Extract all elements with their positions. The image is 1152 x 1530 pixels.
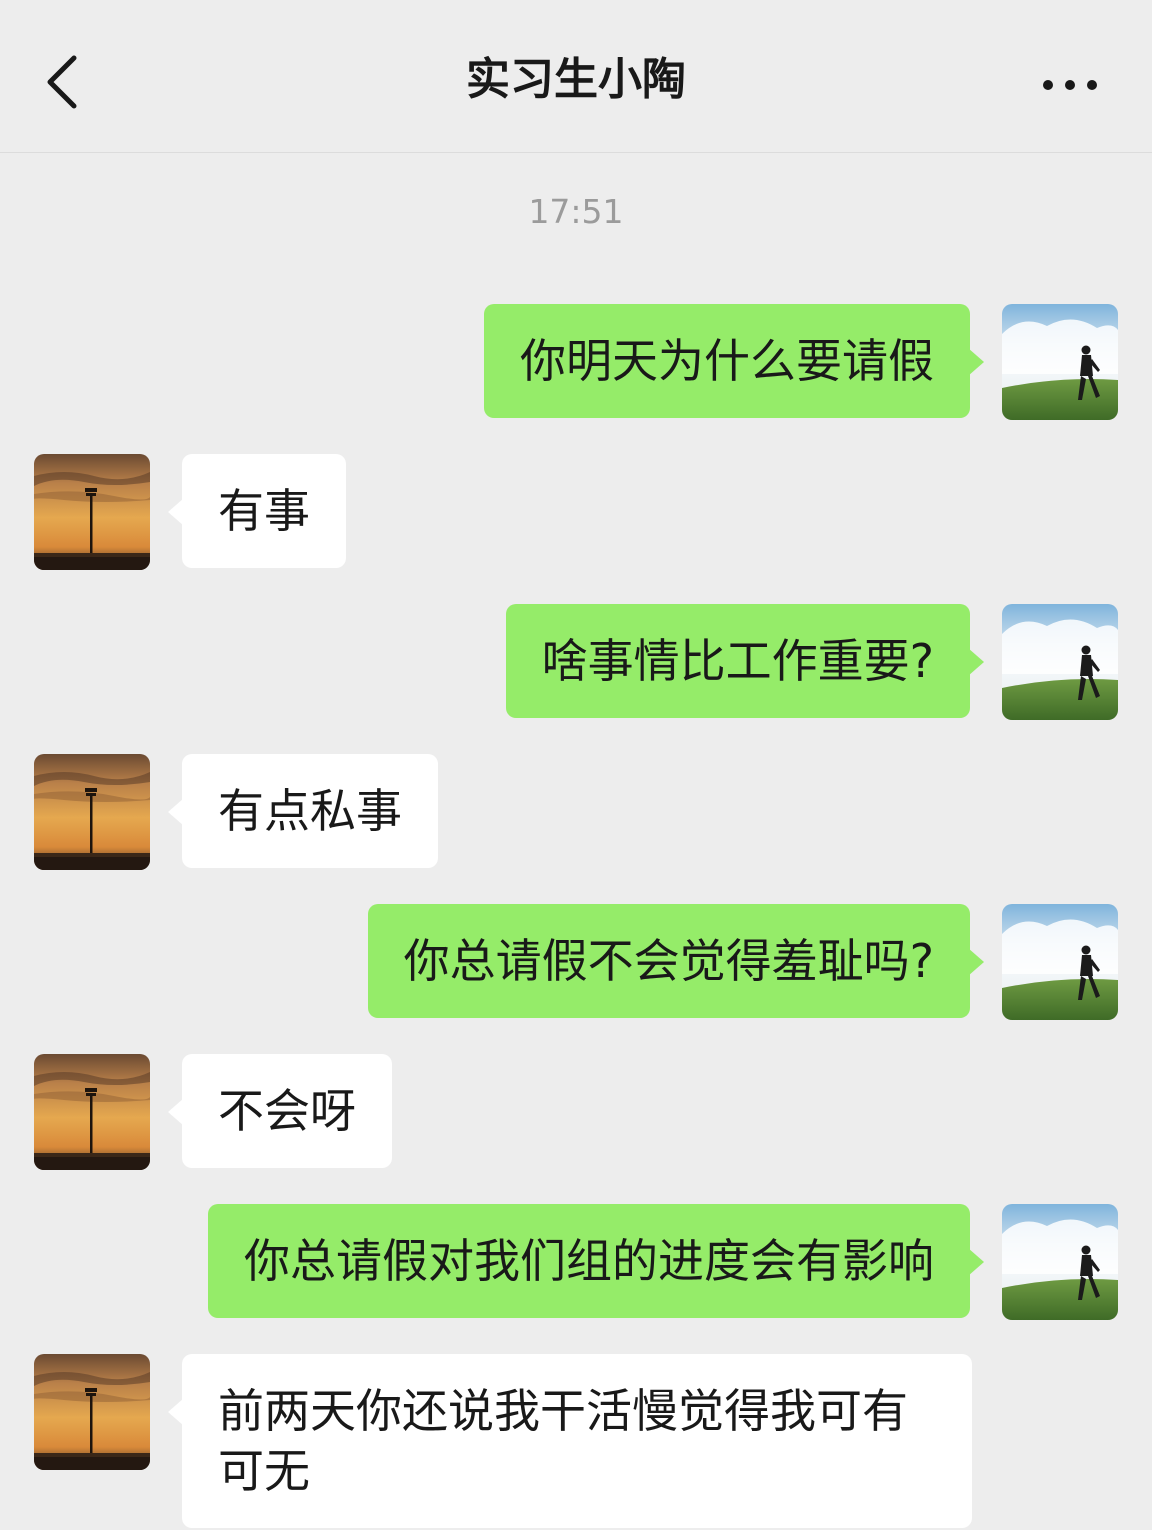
contact-avatar[interactable] (34, 1054, 150, 1170)
incoming-message-bubble[interactable]: 有点私事 (168, 754, 438, 868)
grass-field-avatar-image (1002, 304, 1118, 420)
more-horizontal-icon (1043, 80, 1097, 90)
sunset-light-pole-avatar-image (34, 1054, 150, 1170)
sunset-light-pole-avatar-image (34, 754, 150, 870)
outgoing-message-bubble[interactable]: 你总请假对我们组的进度会有影响 (208, 1204, 984, 1318)
my-avatar[interactable] (1002, 304, 1118, 420)
outgoing-message-bubble[interactable]: 你总请假不会觉得羞耻吗? (367, 904, 985, 1018)
contact-avatar[interactable] (34, 454, 150, 570)
chat-screen: 实习生小陶 17:51 你明天为什么要请假 有事 啥事情比工作重要? 有点私事 … (0, 0, 1152, 1530)
incoming-message-bubble[interactable]: 有事 (168, 454, 346, 568)
sunset-light-pole-avatar-image (34, 454, 150, 570)
chat-title: 实习生小陶 (466, 54, 686, 105)
chat-header: 实习生小陶 (0, 0, 1152, 153)
chevron-left-icon (47, 55, 77, 109)
my-avatar[interactable] (1002, 904, 1118, 1020)
contact-avatar[interactable] (34, 754, 150, 870)
incoming-message-bubble[interactable]: 前两天你还说我干活慢觉得我可有可无 (168, 1354, 972, 1528)
incoming-message-bubble[interactable]: 不会呀 (168, 1054, 392, 1168)
more-button[interactable] (1030, 60, 1110, 110)
message-timestamp: 17:51 (528, 192, 624, 231)
grass-field-avatar-image (1002, 604, 1118, 720)
contact-avatar[interactable] (34, 1354, 150, 1470)
back-button[interactable] (34, 46, 94, 118)
sunset-light-pole-avatar-image (34, 1354, 150, 1470)
grass-field-avatar-image (1002, 904, 1118, 1020)
outgoing-message-bubble[interactable]: 啥事情比工作重要? (505, 604, 985, 718)
my-avatar[interactable] (1002, 1204, 1118, 1320)
outgoing-message-bubble[interactable]: 你明天为什么要请假 (484, 304, 984, 418)
my-avatar[interactable] (1002, 604, 1118, 720)
grass-field-avatar-image (1002, 1204, 1118, 1320)
